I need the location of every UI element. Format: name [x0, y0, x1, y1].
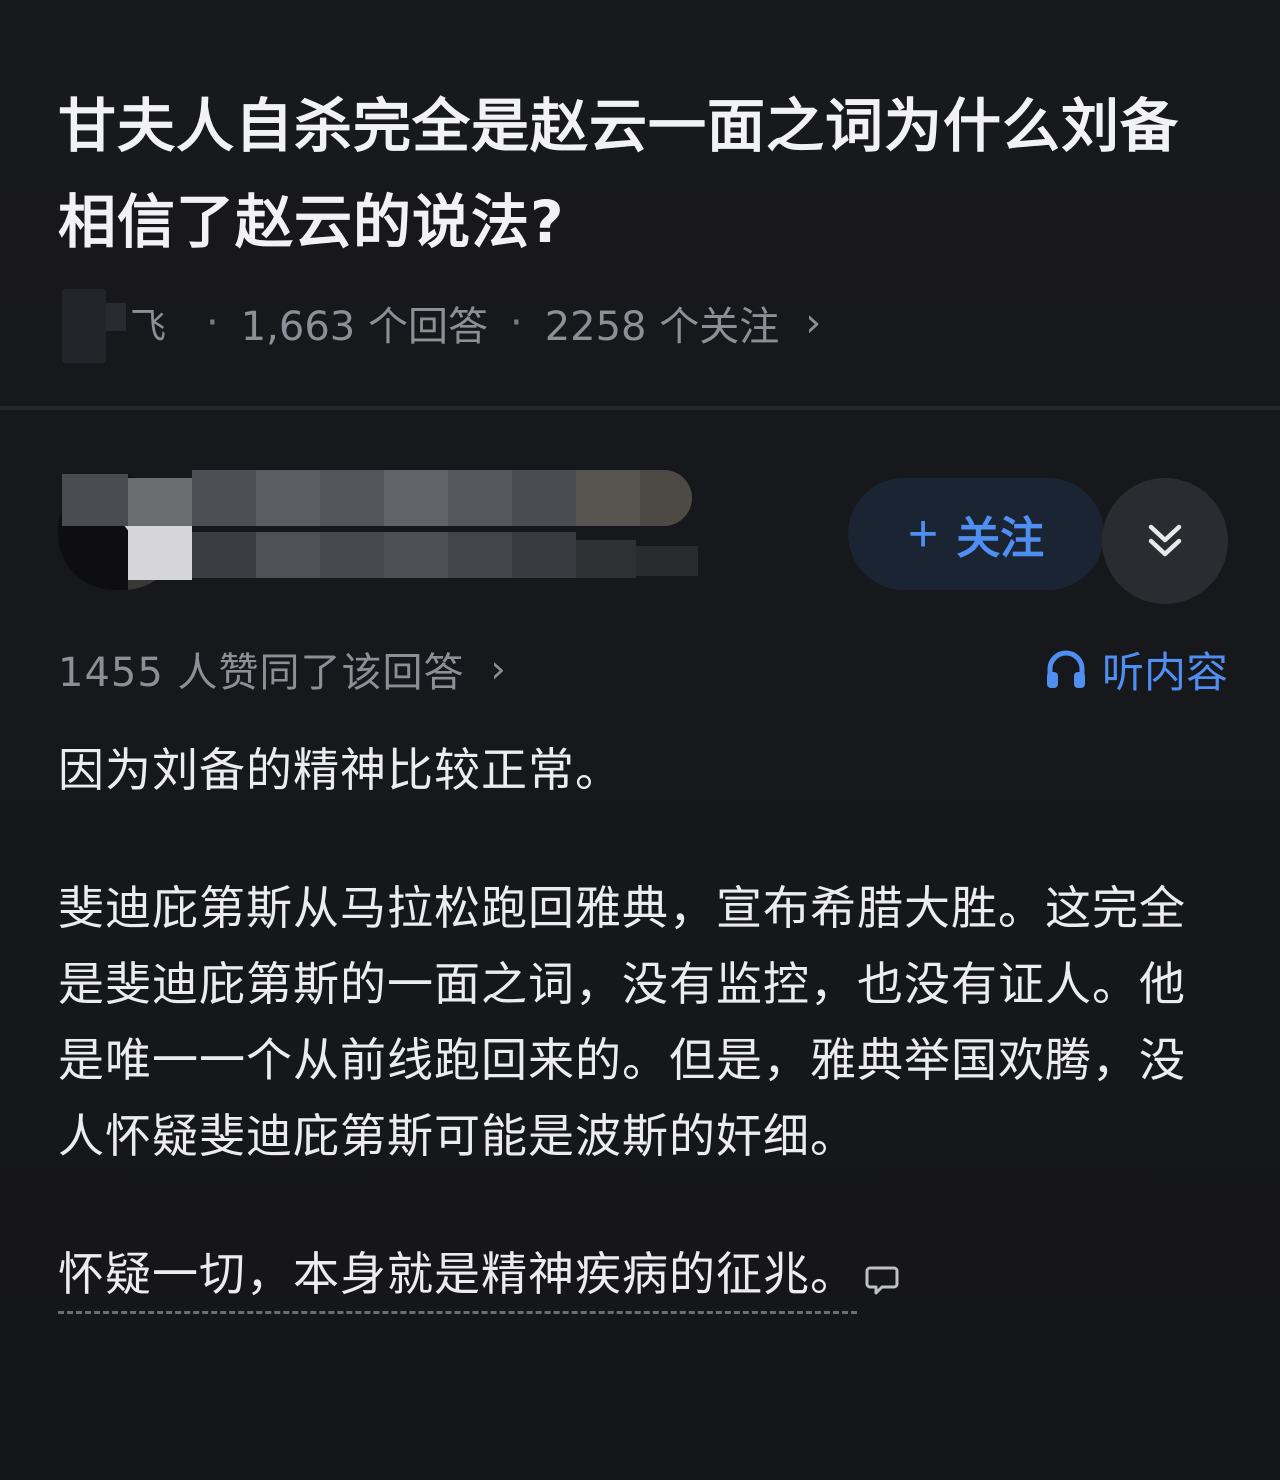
listen-label: 听内容 [1101, 647, 1228, 697]
chevron-right-icon: › [805, 300, 822, 346]
follow-button[interactable]: + 关注 [848, 478, 1104, 590]
annotated-text[interactable]: 怀疑一切，本身就是精神疾病的征兆。 [58, 1241, 857, 1314]
answer-body: 因为刘备的精神比较正常。 斐迪庇第斯从马拉松跑回雅典，宣布希腊大胜。这完全是斐迪… [58, 732, 1208, 1318]
plus-icon: + [907, 505, 939, 563]
topic-label: 飞 [130, 306, 167, 347]
follow-label: 关注 [956, 514, 1045, 563]
expand-button[interactable] [1102, 478, 1228, 604]
pixelated-topic-icon [58, 281, 126, 365]
question-header: 甘夫人自杀完全是赵云一面之词为什么刘备相信了赵云的说法? 飞 · 1,663 个… [58, 78, 1228, 363]
votes-count[interactable]: 1455 人赞同了该回答 [58, 640, 465, 698]
pixelated-author-name[interactable] [62, 468, 698, 588]
answer-paragraph-last: 怀疑一切，本身就是精神疾病的征兆。 [58, 1236, 1208, 1318]
meta-separator: · [509, 300, 523, 346]
question-meta[interactable]: 飞 · 1,663 个回答 · 2258 个关注 › [58, 283, 821, 363]
double-chevron-down-icon [1148, 524, 1182, 557]
author-row: + 关注 [58, 468, 1228, 608]
votes-row: 1455 人赞同了该回答 › 听内容 [58, 638, 1228, 700]
answer-count: 1,663 个回答 [240, 304, 488, 350]
listen-button[interactable]: 听内容 [1044, 638, 1228, 700]
meta-separator: · [206, 300, 219, 346]
follow-count: 2258 个关注 [544, 304, 780, 350]
question-title[interactable]: 甘夫人自杀完全是赵云一面之词为什么刘备相信了赵云的说法? [58, 78, 1228, 270]
section-divider [0, 406, 1280, 410]
zhihu-answer-page: 甘夫人自杀完全是赵云一面之词为什么刘备相信了赵云的说法? 飞 · 1,663 个… [0, 0, 1280, 1480]
answer-paragraph: 斐迪庇第斯从马拉松跑回雅典，宣布希腊大胜。这完全是斐迪庇第斯的一面之词，没有监控… [58, 881, 1186, 1163]
headphones-icon [1046, 650, 1085, 688]
chevron-right-icon: › [490, 647, 506, 691]
comment-icon[interactable] [865, 1242, 899, 1318]
answer-paragraph: 因为刘备的精神比较正常。 [58, 743, 622, 797]
